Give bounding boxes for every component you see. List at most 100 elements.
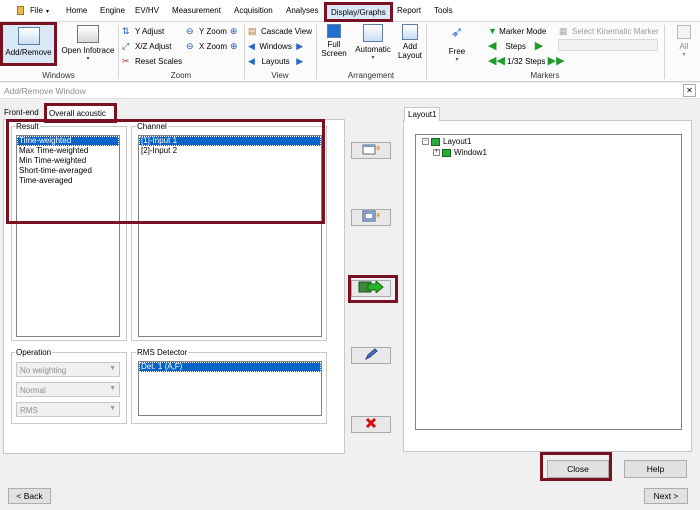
menu-analyses[interactable]: Analyses bbox=[286, 6, 318, 15]
fine-step-forward-icon: ▶▶ bbox=[547, 55, 565, 67]
menu-measurement[interactable]: Measurement bbox=[172, 6, 221, 15]
chevron-down-icon: ▼ bbox=[109, 385, 116, 392]
next-button[interactable]: Next > bbox=[644, 488, 688, 504]
menu-display-graphs[interactable]: Display/Graphs bbox=[324, 2, 393, 22]
y-zoom-button[interactable]: ⊖ Y Zoom ⊕ bbox=[186, 25, 243, 37]
menu-acquisition[interactable]: Acquisition bbox=[234, 6, 273, 15]
steps-nav[interactable]: ◀ Steps ▶ bbox=[488, 40, 543, 52]
tab-front-end[interactable]: Front-end bbox=[4, 108, 39, 117]
free-button[interactable]: ➶ Free ▾ bbox=[440, 24, 474, 65]
marker-mode-icon: ▼ bbox=[488, 26, 497, 36]
cascade-icon: ▤ bbox=[248, 26, 257, 36]
ribbon-divider bbox=[426, 25, 427, 79]
add-graph-button[interactable]: ✳ bbox=[351, 142, 391, 159]
marker-free-icon: ➶ bbox=[450, 24, 464, 41]
dialog-close-button[interactable]: ✕ bbox=[683, 84, 696, 97]
ribbon-divider bbox=[664, 25, 665, 79]
chevron-down-icon: ▼ bbox=[109, 405, 116, 412]
windows-nav[interactable]: ◀ Windows ▶ bbox=[248, 40, 303, 52]
ribbon-divider bbox=[118, 25, 119, 79]
menu-engine[interactable]: Engine bbox=[100, 6, 125, 15]
tab-layout1[interactable]: Layout1 bbox=[404, 107, 440, 121]
window-icon bbox=[442, 148, 451, 157]
arrow-left-icon: ◀ bbox=[248, 41, 255, 51]
kinematic-marker-field[interactable] bbox=[558, 39, 658, 51]
full-screen-button[interactable]: Full Screen bbox=[318, 24, 350, 58]
automatic-button[interactable]: Automatic ▾ bbox=[352, 24, 394, 63]
infotrace-icon bbox=[77, 25, 99, 43]
add-layout-icon bbox=[402, 24, 418, 40]
marker-mode-button[interactable]: ▼ Marker Mode bbox=[488, 25, 546, 37]
close-icon: ✕ bbox=[686, 86, 693, 95]
zoom-in-icon: ⊕ bbox=[230, 41, 238, 51]
open-infotrace-button[interactable]: Open Infotrace ▾ bbox=[59, 25, 117, 64]
expand-icon[interactable]: + bbox=[433, 149, 440, 157]
chevron-down-icon: ▾ bbox=[46, 9, 50, 15]
reset-scales-button[interactable]: ✂ Reset Scales bbox=[122, 55, 182, 67]
cascade-view-button[interactable]: ▤ Cascade View bbox=[248, 25, 312, 37]
zoom-in-icon: ⊕ bbox=[229, 26, 238, 36]
collapse-icon[interactable]: − bbox=[422, 138, 429, 146]
ribbon-divider bbox=[316, 25, 317, 79]
arrow-right-icon: ▶ bbox=[296, 56, 304, 66]
y-adjust-button[interactable]: ⇅ Y Adjust bbox=[122, 25, 164, 37]
menu-bar: File ▾ Home Engine EV/HV Measurement Acq… bbox=[0, 0, 700, 22]
list-item[interactable]: Det. 1 (A,F) bbox=[139, 362, 321, 372]
selection-highlight bbox=[6, 119, 325, 224]
layouts-nav[interactable]: ◀ Layouts ▶ bbox=[248, 55, 303, 67]
tree-node-window[interactable]: + Window1 bbox=[433, 148, 487, 158]
chevron-down-icon: ▾ bbox=[86, 56, 90, 62]
edit-button[interactable] bbox=[351, 347, 391, 364]
rms-detector-label: RMS Detector bbox=[136, 348, 189, 357]
markers-group-label: Markers bbox=[530, 71, 560, 80]
fine-steps-nav[interactable]: ◀◀ 1/32 Steps ▶▶ bbox=[488, 55, 565, 67]
tree-node-layout[interactable]: − Layout1 bbox=[422, 137, 471, 147]
select-kinematic-marker-button[interactable]: ▦ Select Kinematic Marker bbox=[559, 25, 659, 37]
rms-detector-list[interactable]: Det. 1 (A,F) bbox=[138, 361, 322, 416]
step-back-icon: ◀ bbox=[488, 40, 497, 52]
y-adjust-icon: ⇅ bbox=[122, 26, 130, 36]
ribbon-divider bbox=[244, 25, 245, 79]
add-to-layout-highlight bbox=[348, 275, 398, 303]
xz-adjust-icon: ⤢ bbox=[122, 41, 130, 51]
all-button[interactable]: All ▾ bbox=[672, 25, 696, 60]
arrangement-group-label: Arrangement bbox=[347, 71, 395, 80]
pen-icon bbox=[364, 348, 378, 361]
operation-select[interactable]: RMS ▼ bbox=[16, 402, 120, 417]
delete-button[interactable] bbox=[351, 416, 391, 433]
layout-tree[interactable]: − Layout1 + Window1 bbox=[415, 134, 682, 430]
zoom-out-icon: ⊖ bbox=[186, 26, 194, 36]
reset-scales-icon: ✂ bbox=[122, 56, 130, 66]
menu-home[interactable]: Home bbox=[66, 6, 87, 15]
add-remove-window-icon bbox=[17, 27, 40, 45]
chevron-down-icon: ▼ bbox=[109, 365, 116, 372]
menu-evhv[interactable]: EV/HV bbox=[135, 6, 159, 15]
chevron-down-icon: ▾ bbox=[455, 57, 459, 63]
weighting-select[interactable]: No weighting ▼ bbox=[16, 362, 120, 377]
menu-tools[interactable]: Tools bbox=[434, 6, 453, 15]
svg-text:✳: ✳ bbox=[375, 144, 380, 153]
delete-icon bbox=[365, 417, 377, 429]
add-layout-button[interactable]: Add Layout bbox=[396, 24, 424, 60]
kinematic-marker-icon: ▦ bbox=[559, 26, 568, 36]
menu-report[interactable]: Report bbox=[397, 6, 421, 15]
dialog-footer bbox=[0, 484, 700, 510]
fine-step-back-icon: ◀◀ bbox=[488, 55, 505, 67]
help-button[interactable]: Help bbox=[624, 460, 687, 478]
x-zoom-button[interactable]: ⊖ X Zoom ⊕ bbox=[186, 40, 243, 52]
add-window-icon: ✳ bbox=[362, 210, 382, 222]
add-window-button[interactable]: ✳ bbox=[351, 209, 391, 226]
zoom-group-label: Zoom bbox=[170, 71, 192, 80]
xz-adjust-button[interactable]: ⤢ X/Z Adjust bbox=[122, 40, 171, 52]
chevron-down-icon: ▾ bbox=[682, 52, 686, 58]
add-remove-button[interactable]: Add/Remove bbox=[0, 22, 57, 66]
automatic-layout-icon bbox=[363, 24, 383, 42]
operation-label: Operation bbox=[15, 348, 53, 357]
menu-file[interactable]: File bbox=[30, 6, 43, 15]
mode-select[interactable]: Normal ▼ bbox=[16, 382, 120, 397]
all-icon bbox=[677, 25, 691, 39]
back-button[interactable]: < Back bbox=[8, 488, 51, 504]
chevron-down-icon: ▾ bbox=[371, 55, 375, 61]
arrow-left-icon: ◀ bbox=[248, 56, 255, 66]
svg-text:✳: ✳ bbox=[375, 211, 380, 220]
